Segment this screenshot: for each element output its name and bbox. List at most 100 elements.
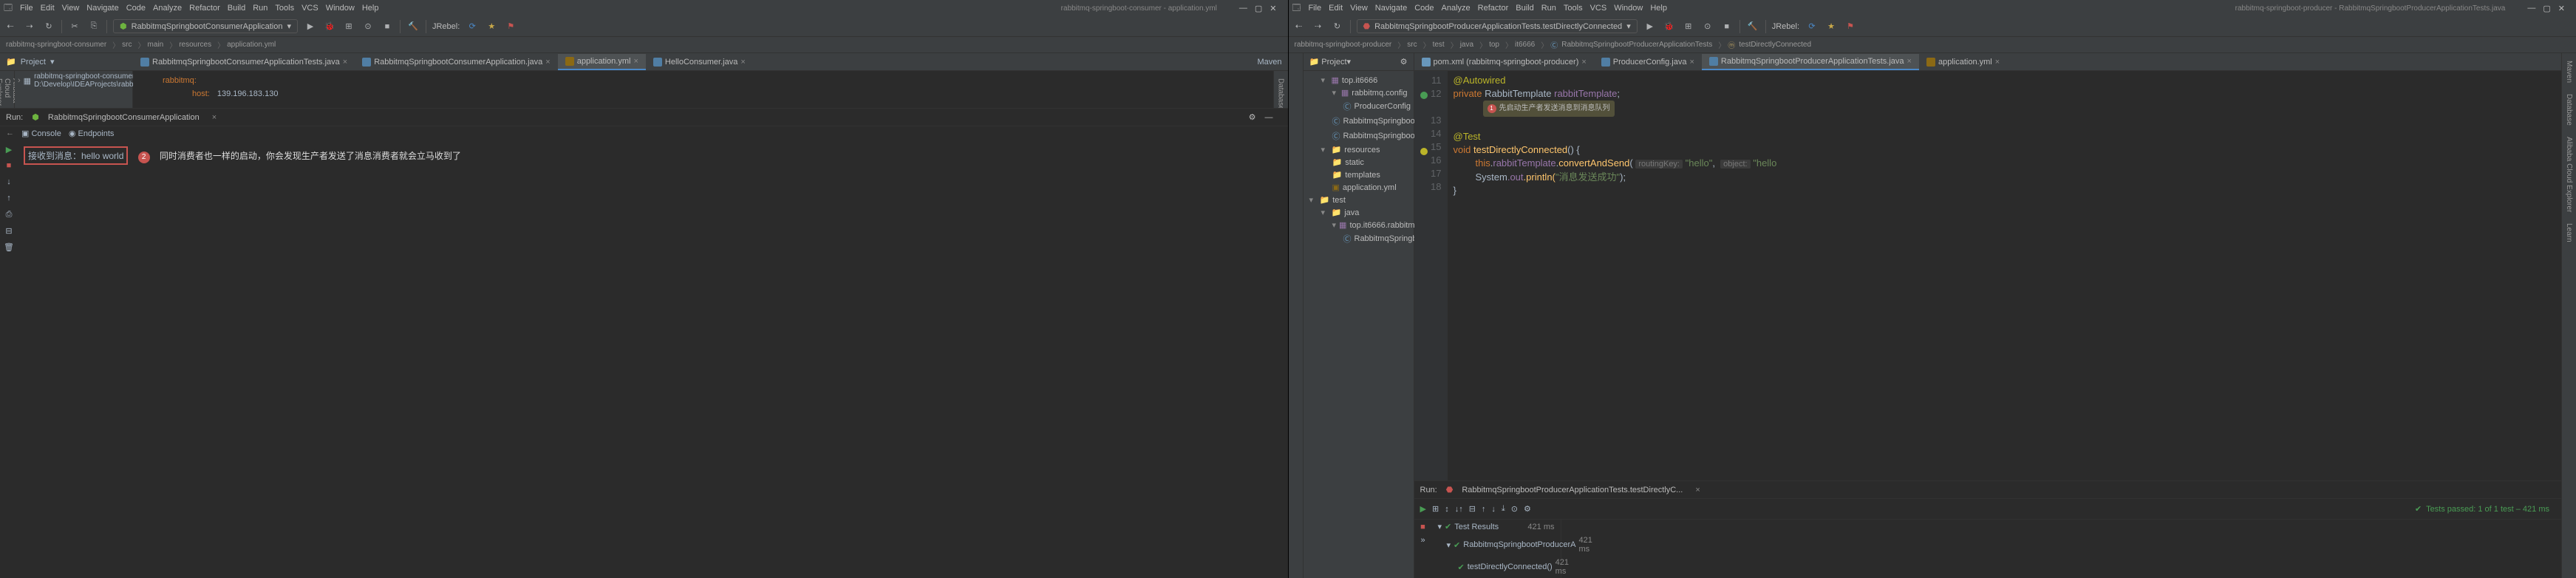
window-close-icon[interactable]: ✕ [1270,4,1276,13]
menu-analyze[interactable]: Analyze [153,4,182,13]
menu-vcs[interactable]: VCS [301,4,318,13]
tree-root[interactable]: ›▦ rabbitmq-springboot-consumer D:\Devel… [15,71,132,90]
window-maximize-icon[interactable]: ▢ [1255,4,1262,13]
filter-icon[interactable]: ⊟ [3,225,15,237]
debug-icon[interactable]: 🐞 [1663,20,1676,33]
close-icon[interactable]: × [1907,57,1912,66]
open-icon[interactable]: ⇠ [4,20,17,33]
flag-icon[interactable]: ⚑ [504,20,517,33]
project-panel-right[interactable]: 📁 Project ▾ ⚙ ▾▦top.it6666 ▾▦rabbitmq.co… [1304,53,1414,578]
star-icon[interactable]: ★ [485,20,498,33]
debug-icon[interactable]: 🐞 [323,20,336,33]
test-method[interactable]: ✔testDirectlyConnected()421 ms [1432,556,1561,578]
tab-tests-right[interactable]: RabbitmqSpringbootProducerApplicationTes… [1702,54,1919,70]
menu-view[interactable]: View [1350,4,1368,13]
star-icon[interactable]: ★ [1824,20,1838,33]
export-icon[interactable]: ⤓ [1502,504,1505,514]
gear-icon[interactable]: ⚙ [1400,57,1408,67]
window-minimize-icon[interactable]: — [1239,4,1247,13]
menu-help[interactable]: Help [1650,4,1667,13]
menu-build[interactable]: Build [228,4,245,13]
stop-icon[interactable]: ■ [381,20,394,33]
menu-file[interactable]: File [1308,4,1321,13]
tab-pom[interactable]: pom.xml (rabbitmq-springboot-producer)× [1414,55,1594,69]
menu-refactor[interactable]: Refactor [189,4,220,13]
close-icon[interactable]: × [740,58,745,67]
menu-window[interactable]: Window [326,4,355,13]
breadcrumb-res[interactable]: resources [179,41,211,49]
run-config-dropdown[interactable]: ⬢ RabbitmqSpringbootConsumerApplication … [113,19,298,33]
project-tree[interactable]: ▾▦top.it6666 ▾▦rabbitmq.config ⒸProducer… [1304,71,1414,249]
rerun-icon[interactable]: ▶ [3,143,15,155]
coverage-icon[interactable]: ⊞ [1682,20,1695,33]
breadcrumb-src[interactable]: src [122,41,132,49]
run-config-dropdown-right[interactable]: ⬣ RabbitmqSpringbootProducerApplicationT… [1357,19,1638,33]
stop-icon[interactable]: ■ [1720,20,1734,33]
run-icon[interactable]: ▶ [304,20,317,33]
close-icon[interactable]: × [1581,58,1586,67]
menu-file[interactable]: File [20,4,33,13]
open-icon[interactable]: ⇠ [1292,20,1306,33]
minimize-icon[interactable]: — [1265,113,1273,122]
alibaba-tab[interactable]: Alibaba Cloud Explorer [2563,133,2575,216]
menu-window[interactable]: Window [1614,4,1643,13]
menu-run[interactable]: Run [253,4,268,13]
history-icon[interactable]: ⊙ [1511,504,1518,514]
console-output-left[interactable]: 接收到消息：hello world 2 同时消费者也一样的启动，你会发现生产者发… [18,140,1288,578]
up-icon[interactable]: ↑ [3,192,15,204]
filter-icon[interactable]: ↓↑ [1455,505,1463,514]
print-icon[interactable]: ⎙ [3,208,15,220]
code-editor-left[interactable]: rabbitmq: host: 139.196.183.130 [133,71,1273,108]
profile-icon[interactable]: ⊙ [361,20,375,33]
database-tab[interactable]: Database [2563,90,2575,129]
test-tree[interactable]: ▾✔Test Results421 ms ▾✔RabbitmqSpringboo… [1432,520,1561,578]
menu-analyze[interactable]: Analyze [1442,4,1471,13]
test-class[interactable]: ▾✔RabbitmqSpringbootProducerA421 ms [1432,534,1561,556]
menu-code[interactable]: Code [1414,4,1434,13]
trash-icon[interactable]: 🗑 [3,241,15,253]
menu-edit[interactable]: Edit [41,4,55,13]
menu-build[interactable]: Build [1516,4,1533,13]
run-icon[interactable]: ▶ [1643,20,1657,33]
close-icon[interactable]: × [1695,486,1700,494]
breadcrumb-right[interactable]: rabbitmq-springboot-producer〉 src〉 test〉… [1289,37,2576,53]
coverage-icon[interactable]: ⊞ [342,20,355,33]
breadcrumb-root[interactable]: rabbitmq-springboot-consumer [6,41,106,49]
profile-icon[interactable]: ⊙ [1701,20,1714,33]
menu-vcs[interactable]: VCS [1590,4,1607,13]
sort-icon[interactable]: ↕ [1445,505,1449,514]
collapse-icon[interactable]: ↑ [1482,505,1486,514]
tab-yml-right[interactable]: application.yml× [1919,55,2007,69]
gutter-run-marker[interactable] [1420,92,1428,99]
down-icon[interactable]: ↓ [3,176,15,188]
menu-refactor[interactable]: Refactor [1478,4,1509,13]
code-content-right[interactable]: @Autowired private RabbitTemplate rabbit… [1448,71,2562,480]
tab-app[interactable]: RabbitmqSpringbootConsumerApplication.ja… [355,55,558,69]
test-results-root[interactable]: ▾✔Test Results421 ms [1432,520,1561,534]
menu-code[interactable]: Code [126,4,146,13]
breadcrumb-file[interactable]: application.yml [227,41,276,49]
code-editor-right[interactable]: 1112131415161718 @Autowired private Rabb… [1414,71,2562,480]
close-icon[interactable]: × [1995,58,2000,67]
menu-edit[interactable]: Edit [1329,4,1343,13]
test-output[interactable] [1561,520,2562,578]
menu-navigate[interactable]: Navigate [1375,4,1407,13]
sync-icon[interactable]: ↻ [1331,20,1344,33]
close-icon[interactable]: × [343,58,347,67]
close-icon[interactable]: × [1689,58,1694,67]
tab-tests[interactable]: RabbitmqSpringbootConsumerApplicationTes… [133,55,355,69]
maven-label[interactable]: Maven [1257,58,1287,67]
stop-icon[interactable]: ■ [3,160,15,171]
gear-icon[interactable]: ⚙ [1249,112,1256,122]
menu-help[interactable]: Help [362,4,379,13]
scissors-icon[interactable]: ✂ [68,20,81,33]
sync-icon[interactable]: ↻ [42,20,55,33]
save-all-icon[interactable]: ⇢ [23,20,36,33]
console-tab[interactable]: ▣ Console [21,129,61,138]
breadcrumb-left[interactable]: rabbitmq-springboot-consumer〉 src〉 main〉… [0,37,1288,53]
window-close-icon[interactable]: ✕ [2558,4,2565,13]
toggle-icon[interactable]: ⊞ [1432,504,1439,514]
window-minimize-icon[interactable]: — [2527,4,2535,13]
expand-icon[interactable]: ⊟ [1469,504,1476,514]
maven-tab[interactable]: Maven [2563,57,2575,86]
